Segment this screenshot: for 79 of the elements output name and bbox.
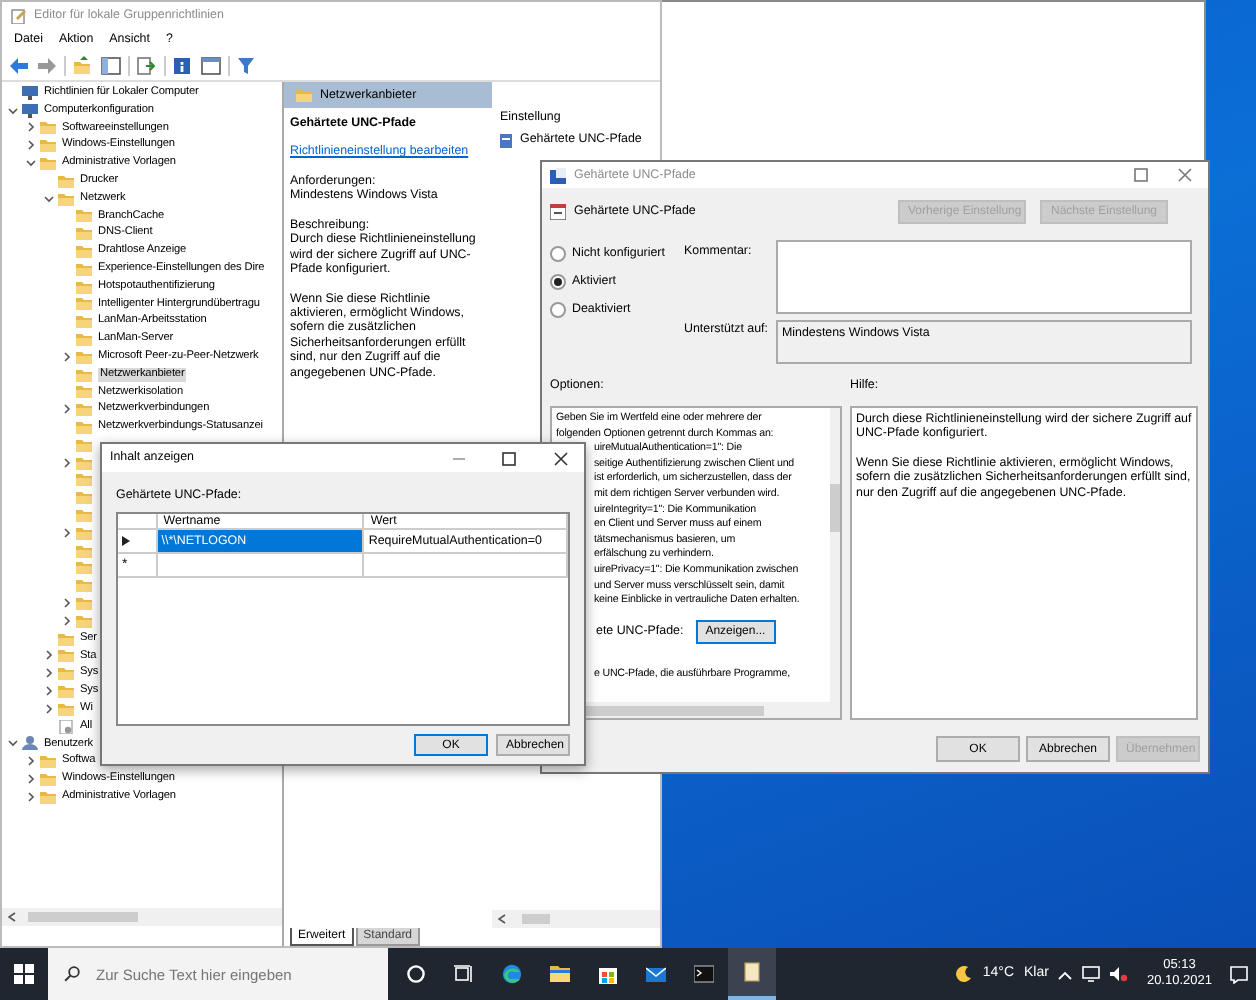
- terminal-icon[interactable]: [694, 964, 714, 984]
- store-bag-icon[interactable]: [598, 964, 618, 984]
- console-tree-icon[interactable]: [100, 56, 122, 76]
- toolbar-separator: [128, 56, 130, 76]
- policy-setting-icon: [550, 204, 566, 220]
- app-icon: [10, 7, 28, 23]
- settings-page-icon: [58, 719, 74, 734]
- mail-icon[interactable]: [646, 964, 666, 984]
- volume-icon[interactable]: [1110, 966, 1129, 982]
- folder-icon: [76, 226, 92, 241]
- back-arrow-icon[interactable]: [8, 56, 30, 76]
- chevron-icon[interactable]: [44, 193, 54, 204]
- toolbar-separator: [228, 56, 230, 76]
- chevron-icon[interactable]: [26, 122, 36, 133]
- folder-icon: [76, 596, 92, 610]
- toolbar-separator: [64, 56, 66, 76]
- chevron-icon[interactable]: [44, 685, 54, 696]
- chevron-icon[interactable]: [26, 158, 36, 169]
- close-icon[interactable]: [554, 451, 568, 465]
- scrollbar-thumb[interactable]: [522, 914, 550, 924]
- comment-field[interactable]: [776, 240, 1192, 314]
- chevron-up-icon[interactable]: [1058, 969, 1073, 979]
- computer-icon: [22, 103, 38, 118]
- radio-button[interactable]: [550, 302, 566, 318]
- network-icon[interactable]: [1082, 966, 1101, 982]
- computer-icon: [22, 85, 38, 100]
- chevron-icon[interactable]: [62, 527, 72, 538]
- search-icon: [64, 966, 80, 982]
- folder-icon: [40, 789, 56, 804]
- scroll-left-icon[interactable]: [498, 914, 506, 924]
- notification-icon[interactable]: [1230, 965, 1248, 983]
- scroll-left-icon[interactable]: [8, 912, 16, 922]
- scrollbar-thumb[interactable]: [28, 912, 138, 922]
- chevron-icon[interactable]: [44, 668, 54, 679]
- radio-button[interactable]: [550, 274, 566, 290]
- task-view-icon[interactable]: [454, 964, 474, 984]
- chevron-icon[interactable]: [26, 791, 36, 802]
- folder-icon: [76, 578, 92, 593]
- browser-icon[interactable]: [502, 964, 522, 984]
- row-pointer-icon: [122, 536, 130, 547]
- folder-icon[interactable]: [550, 964, 570, 984]
- toolbar-separator: [164, 56, 166, 76]
- chevron-icon[interactable]: [26, 773, 36, 784]
- document-icon[interactable]: [742, 962, 762, 982]
- chevron-icon[interactable]: [26, 756, 36, 767]
- filter-icon[interactable]: [236, 56, 258, 76]
- chevron-icon[interactable]: [26, 140, 36, 151]
- chevron-icon[interactable]: [62, 351, 72, 362]
- policy-icon: [550, 167, 568, 183]
- folder-icon: [76, 402, 92, 417]
- maximize-icon[interactable]: [502, 451, 516, 465]
- chevron-icon[interactable]: [62, 457, 72, 468]
- properties-icon[interactable]: [200, 56, 222, 76]
- chevron-icon[interactable]: [62, 404, 72, 415]
- user-icon: [22, 736, 38, 751]
- moon-icon[interactable]: [956, 966, 973, 982]
- folder-icon: [76, 314, 92, 329]
- forward-arrow-icon[interactable]: [36, 56, 58, 76]
- maximize-icon[interactable]: [1134, 168, 1148, 182]
- chevron-icon[interactable]: [62, 598, 72, 608]
- help-icon[interactable]: [172, 56, 194, 76]
- chevron-icon[interactable]: [8, 105, 18, 116]
- folder-icon: [40, 138, 56, 153]
- folder-icon: [76, 490, 92, 505]
- policy-setting-icon: [500, 133, 512, 148]
- folder-icon: [58, 701, 74, 716]
- folder-icon: [40, 120, 56, 135]
- scrollbar-thumb[interactable]: [830, 484, 840, 532]
- chevron-icon[interactable]: [44, 703, 54, 714]
- radio-button[interactable]: [550, 246, 566, 262]
- export-icon[interactable]: [136, 56, 158, 76]
- chevron-icon[interactable]: [44, 650, 54, 661]
- folder-icon: [296, 88, 312, 102]
- chevron-icon[interactable]: [8, 738, 18, 749]
- chevron-icon[interactable]: [62, 615, 72, 626]
- folder-up-icon[interactable]: [72, 56, 94, 76]
- folder-icon: [76, 613, 92, 628]
- windows-start-icon[interactable]: [14, 964, 34, 984]
- cortana-icon[interactable]: [406, 964, 426, 984]
